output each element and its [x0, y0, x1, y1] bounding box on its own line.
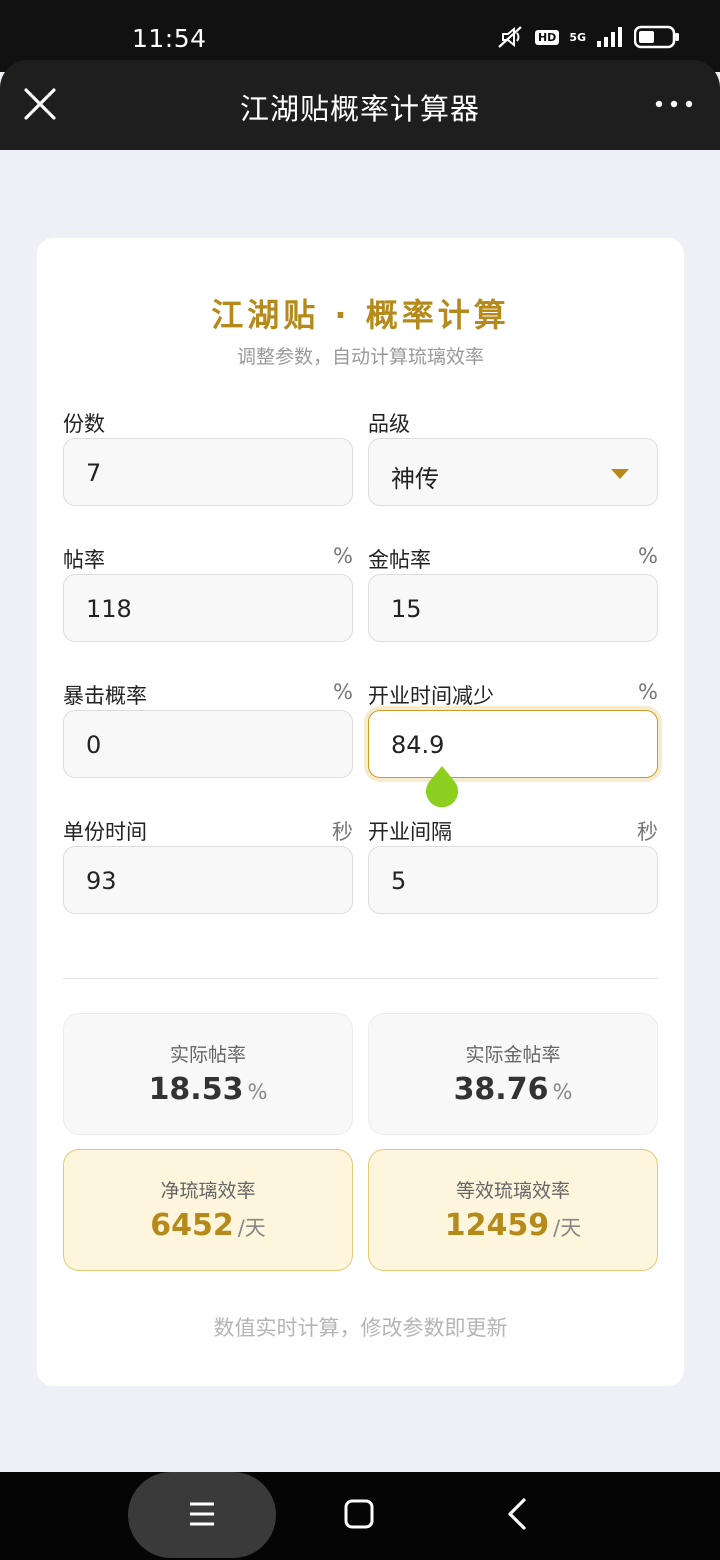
- nav-bar: 江湖贴概率计算器: [0, 60, 720, 150]
- field-label: 暴击概率: [63, 684, 147, 708]
- result-unit: /天: [237, 1216, 266, 1240]
- network-label: 5G: [569, 30, 586, 44]
- result-label: 等效琉璃效率: [455, 1180, 570, 1202]
- result-value: 12459: [444, 1208, 550, 1243]
- grade-value: 神传: [391, 465, 439, 493]
- field-label: 开业间隔: [368, 820, 452, 844]
- status-time: 11:54: [132, 24, 207, 53]
- grade-select[interactable]: 神传: [368, 438, 658, 506]
- battery-icon: [634, 25, 679, 49]
- crit-rate-input[interactable]: 0: [63, 710, 353, 778]
- more-icon[interactable]: [654, 94, 694, 114]
- field-unit: 秒: [332, 820, 353, 844]
- field-label: 开业时间减少: [368, 684, 494, 708]
- open-interval-input[interactable]: 5: [368, 846, 658, 914]
- field-unit: %: [333, 680, 353, 704]
- result-unit: /天: [553, 1216, 582, 1240]
- result-value: 38.76: [453, 1072, 549, 1107]
- result-unit: %: [247, 1080, 268, 1104]
- tie-rate-input[interactable]: 118: [63, 574, 353, 642]
- result-value-row: 38.76%: [369, 1072, 657, 1107]
- page-title: 江湖贴概率计算器: [239, 92, 480, 126]
- field-label: 品级: [368, 412, 410, 436]
- unit-time-value: 93: [86, 867, 117, 895]
- result-label: 净琉璃效率: [160, 1180, 256, 1202]
- copies-value: 7: [86, 459, 102, 487]
- text-cursor-handle[interactable]: [423, 764, 461, 808]
- result-unit: %: [552, 1080, 573, 1104]
- unit-time-input[interactable]: 93: [63, 846, 353, 914]
- back-button[interactable]: [506, 1497, 528, 1531]
- result-actual-tie-rate: 实际帖率 18.53%: [63, 1013, 353, 1135]
- result-actual-gold-tie-rate: 实际金帖率 38.76%: [368, 1013, 658, 1135]
- card-title: 江湖贴 · 概率计算: [211, 296, 510, 334]
- calculator-card: 江湖贴 · 概率计算 调整参数，自动计算琉璃效率 份数 7 品级 神传 帖率 %…: [37, 238, 684, 1386]
- field-unit: 秒: [637, 820, 658, 844]
- status-icons: HD 5G: [495, 24, 680, 50]
- field-unit: %: [638, 680, 658, 704]
- gold-tie-rate-value: 15: [391, 595, 422, 623]
- field-unit: %: [638, 544, 658, 568]
- menu-icon: [190, 1502, 214, 1526]
- crit-rate-value: 0: [86, 731, 102, 759]
- result-value-row: 6452/天: [64, 1208, 352, 1243]
- field-label: 金帖率: [368, 548, 431, 572]
- card-subtitle: 调整参数，自动计算琉璃效率: [236, 346, 484, 368]
- footer-note: 数值实时计算，修改参数即更新: [213, 1316, 508, 1340]
- result-value-row: 18.53%: [64, 1072, 352, 1107]
- field-unit: %: [333, 544, 353, 568]
- caret-down-icon: [611, 469, 629, 479]
- gold-tie-rate-input[interactable]: 15: [368, 574, 658, 642]
- result-value: 18.53: [148, 1072, 244, 1107]
- system-nav-bar: [0, 1472, 720, 1560]
- field-label: 单份时间: [63, 820, 147, 844]
- open-time-reduction-input[interactable]: 84.9: [368, 710, 658, 778]
- result-value-row: 12459/天: [369, 1208, 657, 1243]
- open-time-reduction-value: 84.9: [391, 731, 445, 759]
- result-label: 实际金帖率: [465, 1044, 561, 1066]
- mute-icon: [498, 26, 522, 48]
- tie-rate-value: 118: [86, 595, 132, 623]
- signal-icon: [597, 27, 622, 47]
- hd-badge: HD: [534, 29, 560, 45]
- copies-input[interactable]: 7: [63, 438, 353, 506]
- result-net-efficiency: 净琉璃效率 6452/天: [63, 1149, 353, 1271]
- divider: [63, 978, 658, 979]
- field-label: 份数: [63, 412, 105, 436]
- result-equiv-efficiency: 等效琉璃效率 12459/天: [368, 1149, 658, 1271]
- home-button[interactable]: [344, 1499, 374, 1529]
- open-interval-value: 5: [391, 867, 407, 895]
- menu-button[interactable]: [128, 1472, 276, 1558]
- result-value: 6452: [150, 1208, 234, 1243]
- result-label: 实际帖率: [169, 1044, 246, 1066]
- field-label: 帖率: [63, 548, 105, 572]
